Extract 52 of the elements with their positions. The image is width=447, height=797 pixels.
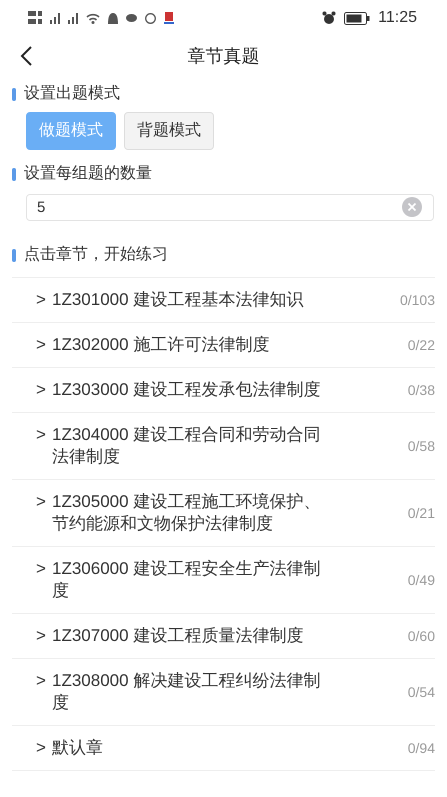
progress-count: 0/94 (408, 739, 435, 758)
progress-count: 0/22 (408, 336, 435, 355)
chevron-text: > (36, 289, 47, 311)
chapter-row[interactable]: > 1Z306000 建设工程安全生产法律制度 0/49 (12, 547, 435, 614)
page-title: 章节真题 (188, 44, 260, 68)
chapter-title: 1Z302000 施工许可法律制度 (52, 334, 270, 356)
progress-count: 0/58 (408, 437, 435, 456)
chapter-title: 默认章 (52, 737, 104, 759)
chevron-text: > (36, 625, 47, 647)
chapter-row[interactable]: > 默认章 0/94 (12, 726, 435, 771)
progress-count: 0/103 (400, 291, 435, 310)
chevron-text: > (36, 379, 47, 401)
progress-count: 0/21 (408, 504, 435, 523)
section-heading: 点击章节，开始练习 (24, 244, 168, 265)
section-marker (12, 88, 16, 100)
section-marker (12, 168, 16, 180)
chevron-text: > (36, 737, 47, 759)
chapter-title: 1Z304000 建设工程合同和劳动合同法律制度 (52, 424, 322, 468)
chapter-row[interactable]: > 1Z303000 建设工程发承包法律制度 0/38 (12, 368, 435, 413)
chapter-row[interactable]: > 1Z302000 施工许可法律制度 0/22 (12, 323, 435, 368)
chapter-title: 1Z305000 建设工程施工环境保护、节约能源和文物保护法律制度 (52, 491, 322, 535)
chevron-text: > (36, 670, 47, 692)
signal-icon (50, 12, 60, 24)
chevron-text: > (36, 491, 47, 513)
circle-icon (145, 12, 156, 24)
chapter-title: 1Z303000 建设工程发承包法律制度 (52, 379, 322, 401)
chapter-row[interactable]: > 1Z305000 建设工程施工环境保护、节约能源和文物保护法律制度 0/21 (12, 480, 435, 547)
chevron-text: > (36, 334, 47, 356)
battery-icon (344, 12, 370, 24)
progress-count: 0/54 (408, 683, 435, 702)
progress-count: 0/60 (408, 627, 435, 646)
mode-button[interactable]: 背题模式 (124, 112, 214, 150)
chevron-text: > (36, 424, 47, 446)
section-heading: 设置每组题的数量 (24, 164, 152, 184)
section-heading: 设置出题模式 (24, 84, 120, 104)
chapter-row[interactable]: > 1Z304000 建设工程合同和劳动合同法律制度 0/58 (12, 413, 435, 480)
count-field[interactable]: 5 (26, 194, 434, 221)
chapter-row[interactable]: > 1Z307000 建设工程质量法律制度 0/60 (12, 614, 435, 659)
section-marker (12, 248, 16, 262)
chapter-title: 1Z307000 建设工程质量法律制度 (52, 625, 304, 647)
chapter-title: 1Z301000 建设工程基本法律知识 (52, 289, 304, 311)
chapter-title: 1Z306000 建设工程安全生产法律制度 (52, 558, 322, 602)
chapter-row[interactable]: > 1Z308000 解决建设工程纠纷法律制度 0/54 (12, 659, 435, 726)
chevron-text: > (36, 558, 47, 580)
chapter-row[interactable]: > 1Z301000 建设工程基本法律知识 0/103 (12, 278, 435, 323)
signal-icon (68, 12, 78, 24)
progress-count: 0/49 (408, 571, 435, 590)
progress-count: 0/38 (408, 381, 435, 400)
wifi-icon (86, 12, 100, 24)
clock-time: 11:25 (378, 8, 417, 28)
chapter-title: 1Z308000 解决建设工程纠纷法律制度 (52, 670, 322, 714)
app-icon (164, 12, 174, 24)
